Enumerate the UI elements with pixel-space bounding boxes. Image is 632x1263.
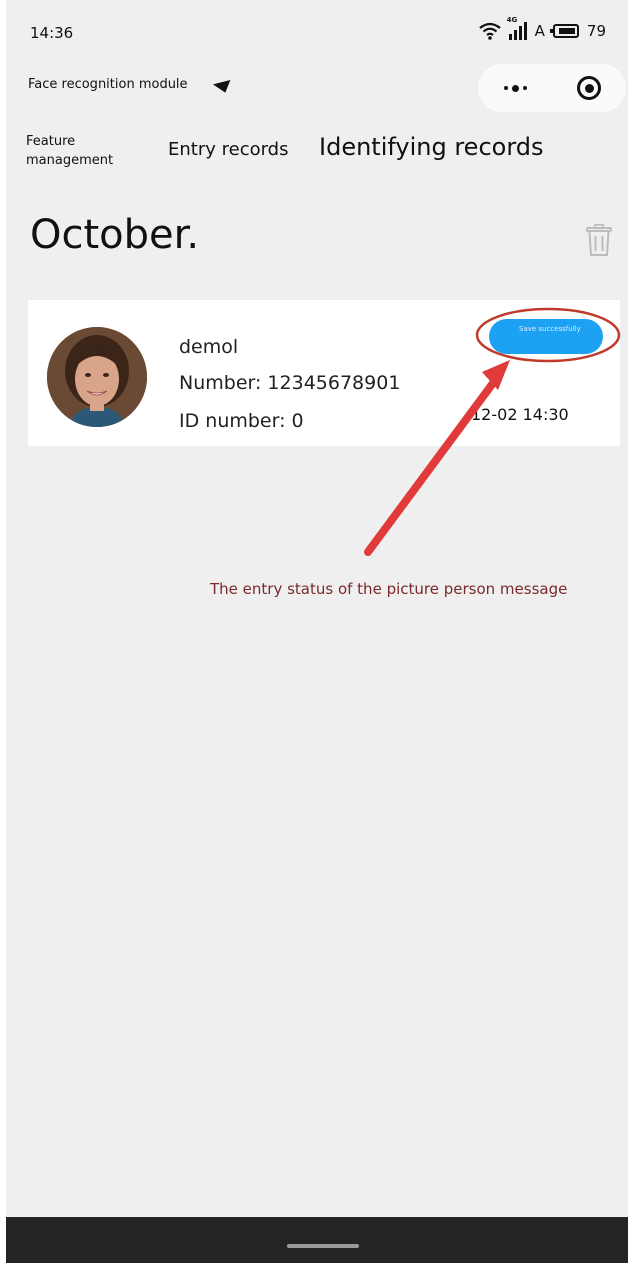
tab-identifying-records[interactable]: Identifying records [319, 133, 544, 161]
record-card[interactable]: demol Number: 12345678901 ID number: 0 S… [28, 300, 620, 446]
battery-level: 79 [586, 22, 606, 40]
status-icons: 4G A 79 [478, 16, 606, 40]
annotation-text: The entry status of the picture person m… [210, 580, 568, 598]
trash-icon[interactable] [586, 224, 612, 256]
home-indicator[interactable] [287, 1244, 359, 1248]
cellular-signal-icon: 4G [507, 16, 527, 40]
person-photo-icon [47, 327, 147, 427]
carrier-letter: A [534, 22, 545, 40]
navbar-title: Face recognition module [28, 77, 188, 92]
miniprogram-capsule [478, 64, 626, 112]
avatar [47, 327, 147, 427]
navbar-title-group[interactable]: Face recognition module [28, 76, 233, 96]
more-options-icon[interactable] [478, 84, 552, 92]
status-time: 14:36 [30, 24, 74, 42]
close-miniprogram-icon[interactable] [552, 76, 626, 100]
dropdown-arrow-icon[interactable] [212, 79, 233, 96]
record-id-number: ID number: 0 [179, 410, 304, 432]
status-bar: 14:36 4G A 79 [6, 0, 628, 64]
entry-status-badge: Save successfully [489, 319, 603, 354]
system-navigation-bar [6, 1217, 628, 1263]
month-heading: October. [30, 212, 200, 258]
tab-entry-records[interactable]: Entry records [168, 139, 289, 160]
wifi-icon [478, 22, 501, 40]
record-number: Number: 12345678901 [179, 372, 401, 394]
battery-icon [549, 24, 579, 38]
record-time: 12-02 14:30 [471, 405, 569, 424]
phone-screen: 14:36 4G A 79 Face recognition module Fe… [6, 0, 628, 1263]
network-type-label: 4G [506, 16, 518, 24]
tab-feature-management[interactable]: Feature management [26, 132, 136, 170]
record-name: demol [179, 336, 239, 358]
